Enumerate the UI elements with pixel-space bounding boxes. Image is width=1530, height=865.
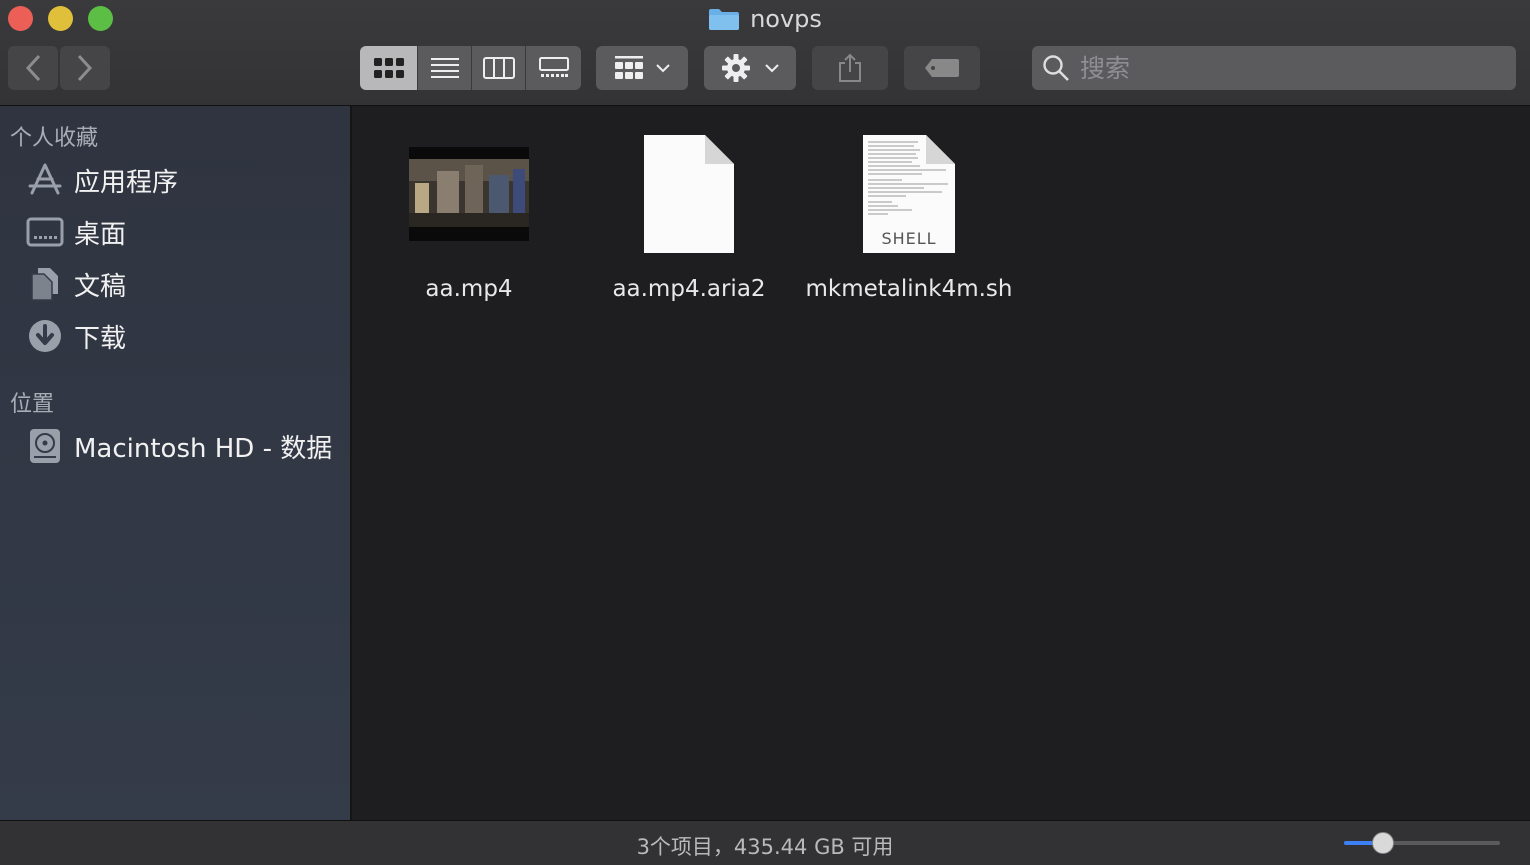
gear-icon	[722, 54, 750, 82]
file-name: aa.mp4.aria2	[612, 276, 766, 302]
blank-document-icon	[643, 124, 735, 264]
file-browser: aa.mp4 aa.mp4.aria2 SHELL mkmetalink4m.s…	[352, 106, 1530, 820]
search-icon	[1043, 55, 1069, 81]
share-icon	[839, 53, 861, 82]
video-thumbnail	[409, 124, 529, 264]
sidebar-item-label: Macintosh HD - 数据	[74, 433, 333, 464]
chevron-down-icon	[765, 64, 779, 73]
columns-icon	[482, 57, 515, 79]
chevron-left-icon	[25, 54, 41, 82]
search-input[interactable]	[1078, 52, 1502, 84]
sidebar-item-label: 文稿	[74, 271, 127, 302]
list-view-button[interactable]	[418, 46, 472, 90]
share-button[interactable]	[812, 46, 888, 90]
sidebar-item-label: 应用程序	[74, 167, 179, 198]
list-icon	[430, 58, 459, 78]
toolbar: novps	[0, 0, 1530, 106]
sidebar-item-label: 桌面	[74, 219, 127, 250]
action-button[interactable]	[704, 46, 796, 90]
file-name: mkmetalink4m.sh	[805, 276, 1013, 302]
chevron-down-icon	[656, 64, 670, 73]
sidebar-item-documents[interactable]: 文稿	[26, 262, 126, 306]
folder-icon	[708, 7, 740, 31]
tag-icon	[925, 59, 959, 77]
locations-section-title: 位置	[10, 392, 55, 417]
chevron-right-icon	[77, 54, 93, 82]
icon-view-button[interactable]	[360, 46, 418, 90]
group-grid-icon	[615, 56, 643, 79]
gallery-view-button[interactable]	[526, 46, 581, 90]
forward-button[interactable]	[60, 46, 110, 90]
file-name: aa.mp4	[425, 276, 513, 302]
back-button[interactable]	[8, 46, 58, 90]
status-bar: 3个项目，435.44 GB 可用	[0, 820, 1530, 865]
file-type-badge: SHELL	[881, 229, 937, 248]
window-title-label: novps	[750, 5, 822, 33]
sidebar-item-desktop[interactable]: 桌面	[26, 210, 126, 254]
window-title: novps	[0, 4, 1530, 34]
sidebar: 个人收藏 应用程序 桌面 文稿 下载 位置 Macintosh HD - 数据	[0, 106, 352, 820]
disk-icon	[26, 427, 64, 465]
applications-icon	[26, 161, 64, 199]
view-mode-control	[360, 46, 581, 90]
sidebar-item-downloads[interactable]: 下载	[26, 314, 126, 358]
slider-knob[interactable]	[1372, 832, 1394, 854]
search-field[interactable]	[1032, 46, 1516, 90]
group-by-button[interactable]	[596, 46, 688, 90]
documents-icon	[26, 265, 64, 303]
sidebar-item-label: 下载	[74, 323, 127, 354]
icon-grid-icon	[373, 58, 404, 78]
shell-script-icon: SHELL	[862, 124, 956, 264]
sidebar-item-applications[interactable]: 应用程序	[26, 158, 178, 202]
downloads-icon	[26, 317, 64, 355]
desktop-icon	[26, 213, 64, 251]
sidebar-item-macintosh-hd[interactable]: Macintosh HD - 数据	[26, 424, 332, 468]
gallery-icon	[538, 57, 569, 77]
file-item[interactable]: SHELL mkmetalink4m.sh	[804, 124, 1014, 302]
column-view-button[interactable]	[472, 46, 526, 90]
tag-button[interactable]	[904, 46, 980, 90]
file-item[interactable]: aa.mp4	[364, 124, 574, 302]
favorites-section-title: 个人收藏	[10, 126, 99, 151]
status-text: 3个项目，435.44 GB 可用	[636, 835, 894, 859]
icon-size-slider[interactable]	[1344, 832, 1500, 854]
file-item[interactable]: aa.mp4.aria2	[584, 124, 794, 302]
